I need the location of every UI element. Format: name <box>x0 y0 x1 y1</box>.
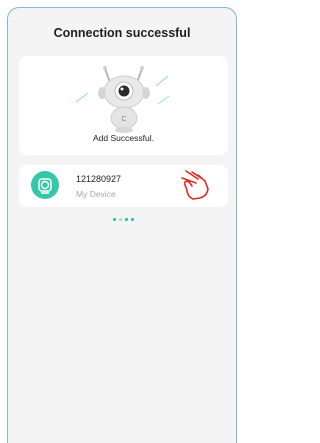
antenna-left <box>104 68 111 83</box>
page-dot[interactable] <box>125 218 128 221</box>
page-dot[interactable] <box>113 218 116 221</box>
page-dot[interactable] <box>119 218 122 221</box>
page-indicator <box>113 218 134 221</box>
device-name: My Device <box>76 189 116 199</box>
page-title: Connection successful <box>53 26 191 40</box>
device-list-item[interactable]: 121280927 My Device <box>19 165 228 207</box>
robot-ear <box>98 87 106 99</box>
sparkle-line <box>155 75 169 87</box>
svg-text:C: C <box>121 116 126 123</box>
robot-ear <box>142 87 150 99</box>
sparkle-line <box>75 92 89 103</box>
robot-camera-illustration: C <box>75 66 170 133</box>
sparkle-line <box>157 95 170 105</box>
dome-camera-icon <box>38 178 52 194</box>
success-message: Add Successful. <box>93 133 154 143</box>
lens-glint <box>120 87 124 91</box>
antenna-tip <box>103 66 107 70</box>
tap-hand-icon <box>181 170 209 200</box>
camera-lens-icon <box>118 85 130 97</box>
antenna-tip <box>140 66 144 70</box>
device-avatar <box>31 171 59 199</box>
dialog-frame: Connection successful C Add Successful. <box>7 7 237 443</box>
success-card: C Add Successful. <box>19 56 228 155</box>
page-dot[interactable] <box>131 218 134 221</box>
device-id: 121280927 <box>76 174 122 184</box>
